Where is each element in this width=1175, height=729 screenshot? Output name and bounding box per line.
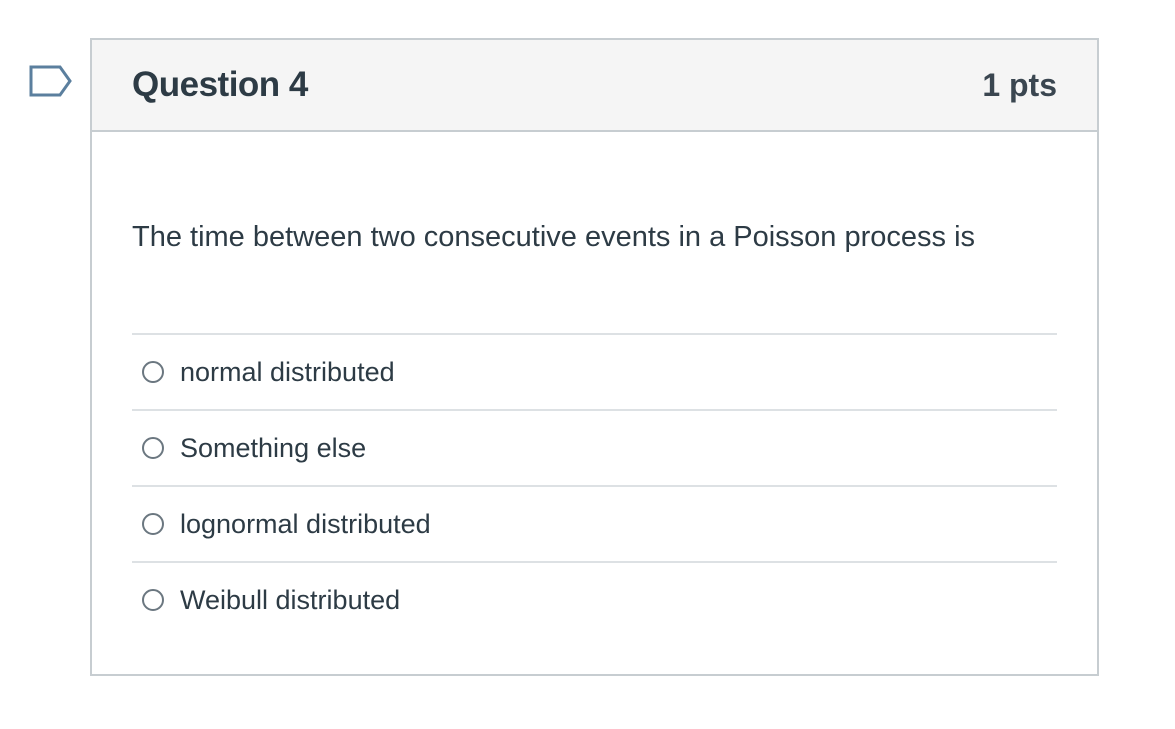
- answer-option-lognormal[interactable]: lognormal distributed: [132, 487, 1057, 563]
- answer-option-weibull[interactable]: Weibull distributed: [132, 563, 1057, 637]
- question-body: The time between two consecutive events …: [92, 219, 1097, 637]
- answer-list: normal distributed Something else lognor…: [132, 333, 1057, 637]
- answer-label: Something else: [180, 432, 367, 463]
- answer-label: Weibull distributed: [180, 584, 401, 615]
- answer-label: normal distributed: [180, 356, 395, 387]
- radio-button[interactable]: [142, 513, 164, 535]
- radio-button[interactable]: [142, 361, 164, 383]
- question-header: Question 4 1 pts: [92, 40, 1097, 132]
- question-card: Question 4 1 pts The time between two co…: [90, 38, 1099, 676]
- quiz-page: Question 4 1 pts The time between two co…: [0, 0, 1175, 729]
- radio-button[interactable]: [142, 437, 164, 459]
- flag-shape: [29, 65, 72, 97]
- question-text: The time between two consecutive events …: [132, 221, 976, 253]
- question-points: 1 pts: [982, 66, 1057, 103]
- answer-option-normal[interactable]: normal distributed: [132, 335, 1057, 411]
- radio-button[interactable]: [142, 589, 164, 611]
- flag-question-icon[interactable]: [28, 64, 74, 100]
- question-title: Question 4: [132, 65, 308, 104]
- answer-option-something-else[interactable]: Something else: [132, 411, 1057, 487]
- answer-label: lognormal distributed: [180, 508, 431, 539]
